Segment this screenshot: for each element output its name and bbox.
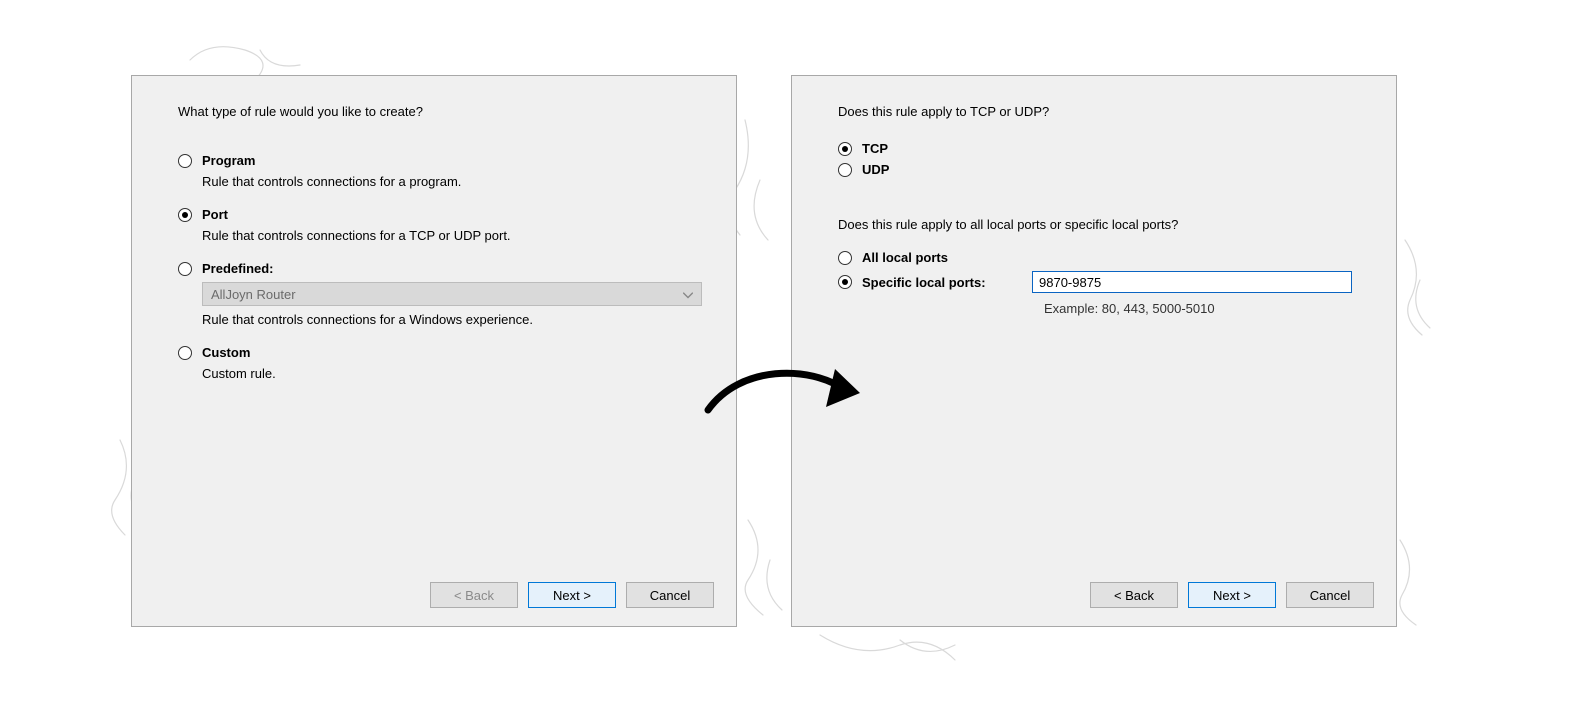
radio-udp[interactable] xyxy=(838,163,852,177)
chevron-down-icon xyxy=(683,287,693,302)
radio-specific-ports[interactable] xyxy=(838,275,852,289)
option-tcp[interactable]: TCP xyxy=(838,141,1362,156)
option-custom-label: Custom xyxy=(202,345,250,360)
option-custom-desc: Custom rule. xyxy=(202,366,702,381)
next-button[interactable]: Next > xyxy=(1188,582,1276,608)
option-port[interactable]: Port Rule that controls connections for … xyxy=(178,207,702,243)
specific-ports-example: Example: 80, 443, 5000-5010 xyxy=(1044,301,1215,316)
rule-type-dialog: What type of rule would you like to crea… xyxy=(131,75,737,627)
radio-all-ports[interactable] xyxy=(838,251,852,265)
protocol-ports-dialog: Does this rule apply to TCP or UDP? TCP … xyxy=(791,75,1397,627)
option-port-label: Port xyxy=(202,207,228,222)
right-button-bar: < Back Next > Cancel xyxy=(1090,582,1374,608)
option-program-desc: Rule that controls connections for a pro… xyxy=(202,174,702,189)
predefined-combo[interactable]: AllJoyn Router xyxy=(202,282,702,306)
option-specific-ports[interactable]: Specific local ports: Example: 80, 443, … xyxy=(838,271,1362,316)
radio-port[interactable] xyxy=(178,208,192,222)
option-custom[interactable]: Custom Custom rule. xyxy=(178,345,702,381)
option-all-ports-label: All local ports xyxy=(862,250,948,265)
radio-program[interactable] xyxy=(178,154,192,168)
radio-predefined[interactable] xyxy=(178,262,192,276)
cancel-button[interactable]: Cancel xyxy=(626,582,714,608)
option-program[interactable]: Program Rule that controls connections f… xyxy=(178,153,702,189)
left-button-bar: < Back Next > Cancel xyxy=(430,582,714,608)
cancel-button[interactable]: Cancel xyxy=(1286,582,1374,608)
option-predefined-desc: Rule that controls connections for a Win… xyxy=(202,312,702,327)
back-button[interactable]: < Back xyxy=(1090,582,1178,608)
protocol-prompt: Does this rule apply to TCP or UDP? xyxy=(838,104,1362,119)
specific-ports-input[interactable] xyxy=(1032,271,1352,293)
option-all-ports[interactable]: All local ports xyxy=(838,250,1362,265)
option-predefined-label: Predefined: xyxy=(202,261,274,276)
option-tcp-label: TCP xyxy=(862,141,888,156)
option-port-desc: Rule that controls connections for a TCP… xyxy=(202,228,702,243)
back-button[interactable]: < Back xyxy=(430,582,518,608)
option-predefined[interactable]: Predefined: AllJoyn Router Rule that con… xyxy=(178,261,702,327)
option-specific-ports-label: Specific local ports: xyxy=(862,275,1022,290)
radio-tcp[interactable] xyxy=(838,142,852,156)
radio-custom[interactable] xyxy=(178,346,192,360)
ports-prompt: Does this rule apply to all local ports … xyxy=(838,217,1362,232)
predefined-combo-value: AllJoyn Router xyxy=(211,287,296,302)
option-udp[interactable]: UDP xyxy=(838,162,1362,177)
option-udp-label: UDP xyxy=(862,162,889,177)
rule-type-prompt: What type of rule would you like to crea… xyxy=(178,104,702,119)
next-button[interactable]: Next > xyxy=(528,582,616,608)
option-program-label: Program xyxy=(202,153,255,168)
